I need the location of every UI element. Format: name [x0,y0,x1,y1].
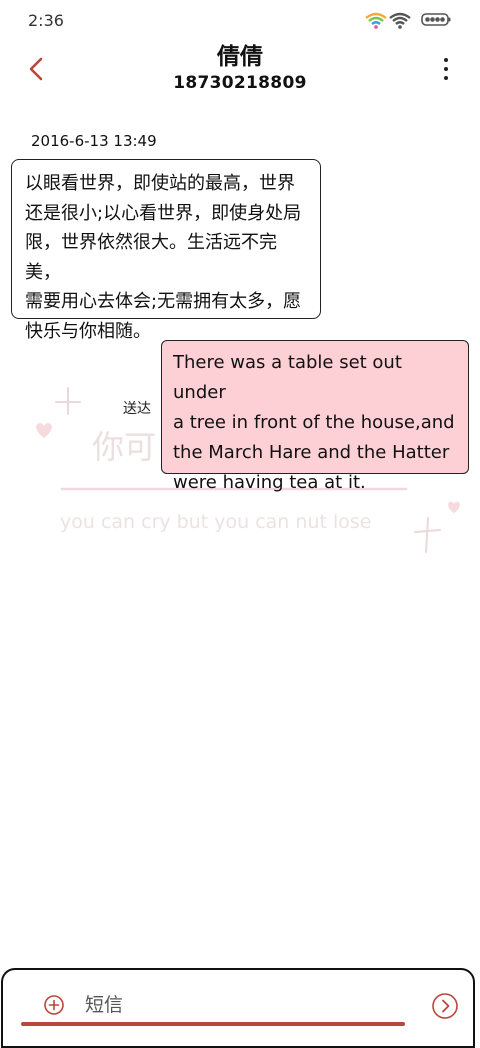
signal-icon [389,12,411,29]
message-line: 限，世界依然很大。生活远不完美， [25,232,277,283]
chevron-left-icon[interactable] [24,54,50,84]
outgoing-message-bubble[interactable]: There was a table set out under a tree i… [161,340,469,493]
status-bar: 2:36 [0,0,480,40]
message-line: the March Hare and the Hatter [173,442,450,463]
status-icons [365,12,451,29]
input-underline [21,1022,405,1026]
message-line: a tree in front of the house,and [173,412,455,433]
svg-text:你可: 你可 [92,428,156,466]
conversation-header: 倩倩 18730218809 [0,40,480,100]
contact-title: 倩倩 18730218809 [120,42,360,94]
message-composer [1,968,475,1048]
message-line: 还是很小;以心看世界，即使身处局 [25,202,302,224]
message-line: There was a table set out under [173,352,402,403]
contact-phone-number: 18730218809 [173,73,307,93]
message-timestamp: 2016-6-13 13:49 [31,132,157,150]
battery-icon [421,13,451,26]
message-line: were having tea at it. [173,472,366,493]
incoming-message-bubble[interactable]: 以眼看世界，即使站的最高，世界 还是很小;以心看世界，即使身处局 限，世界依然很… [11,159,321,342]
wifi-icon [365,12,387,29]
delivery-status: 送达 [123,401,151,417]
contact-name: 倩倩 [217,44,263,70]
svg-text:you can cry but you can nut lo: you can cry but you can nut lose [60,511,371,533]
sms-input[interactable] [85,990,385,1020]
status-time: 2:36 [28,11,64,30]
message-line: 需要用心去体会;无需拥有太多，愿 [25,291,302,312]
plus-circle-icon[interactable] [43,994,65,1016]
more-vertical-icon[interactable] [440,58,452,84]
message-line: 以眼看世界，即使站的最高，世界 [25,173,295,194]
send-arrow-icon[interactable] [431,992,459,1020]
